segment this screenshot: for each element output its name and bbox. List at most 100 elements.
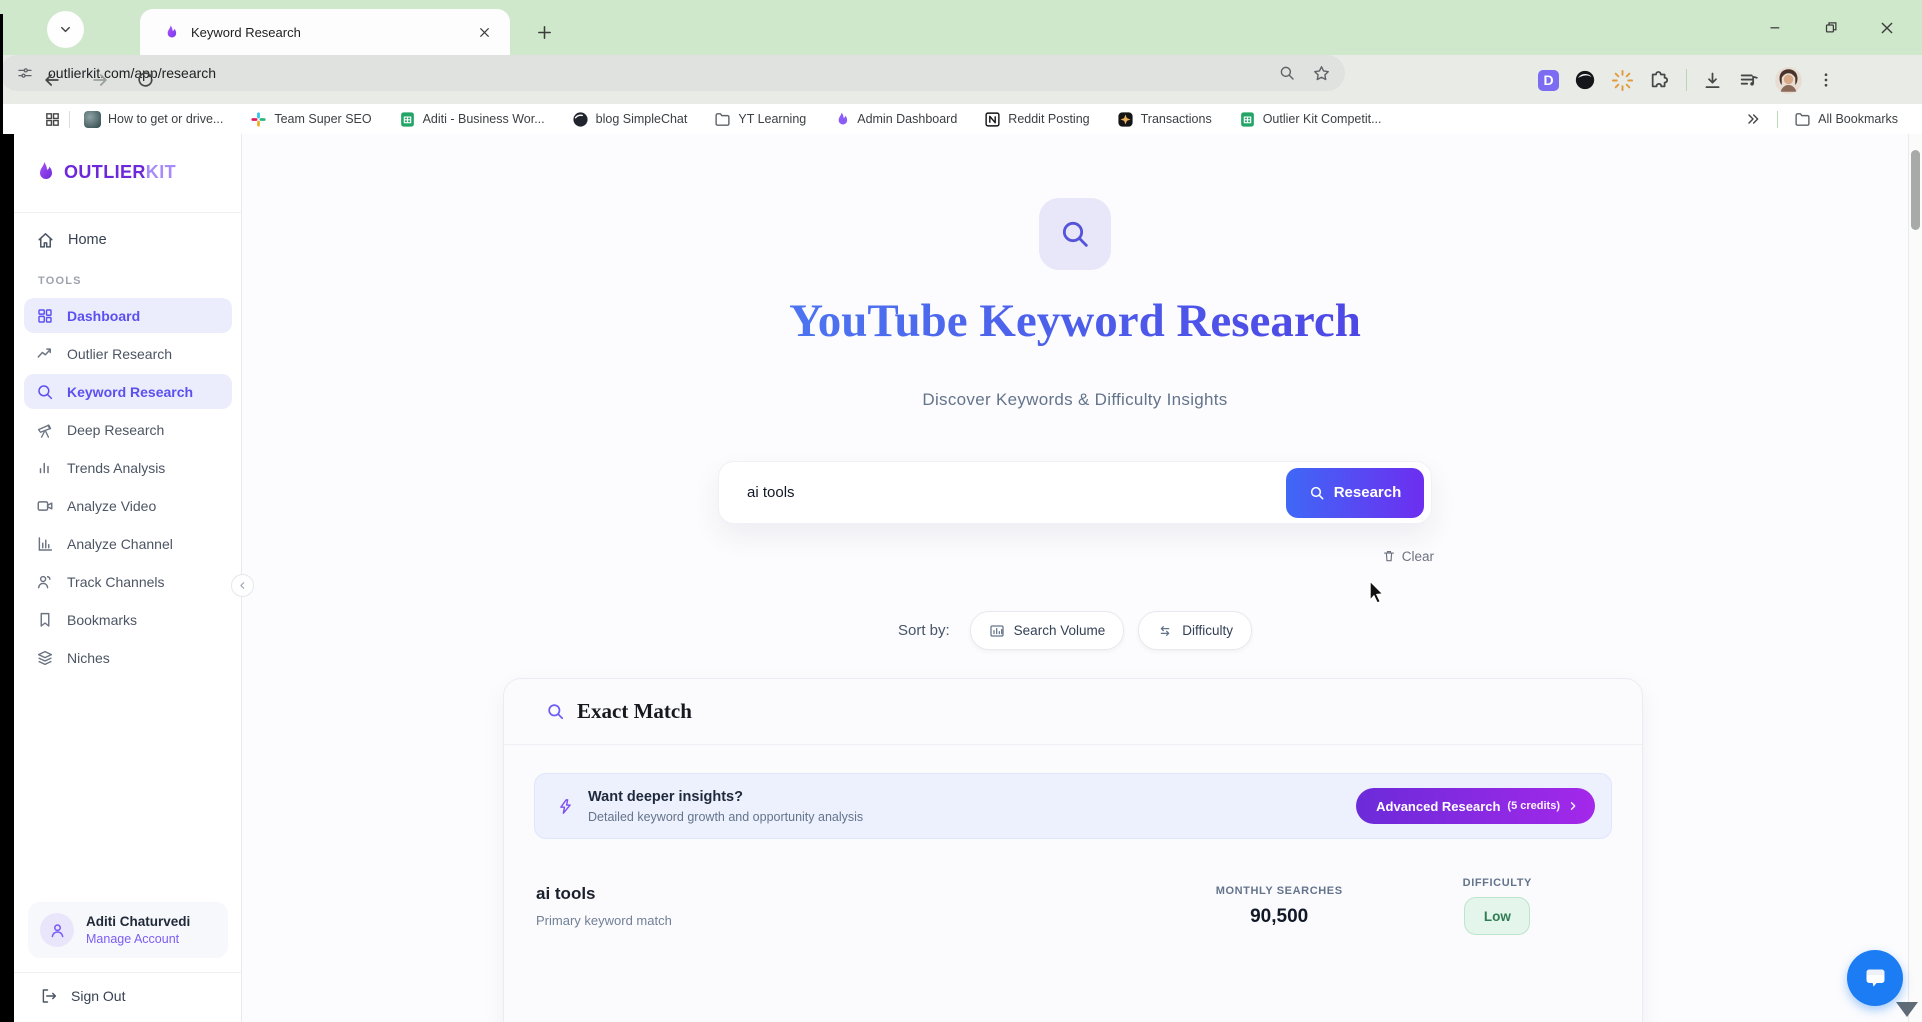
user-card[interactable]: Aditi Chaturvedi Manage Account: [28, 902, 228, 958]
browser-tab[interactable]: Keyword Research: [140, 9, 510, 55]
bookmark-item[interactable]: Aditi - Business Wor...: [399, 111, 545, 128]
section-title: Exact Match: [577, 699, 692, 724]
sidebar-item-dashboard[interactable]: Dashboard: [24, 298, 232, 333]
starburst-extension-icon[interactable]: [1611, 69, 1634, 92]
difficulty-label: DIFFICULTY: [1463, 877, 1532, 889]
profile-avatar[interactable]: [1775, 67, 1802, 94]
page-scrollbar[interactable]: [1908, 134, 1922, 1022]
bookmark-item[interactable]: Admin Dashboard: [833, 111, 957, 128]
forward-button[interactable]: [82, 62, 117, 97]
sidebar-item-home[interactable]: Home: [36, 224, 220, 256]
insights-banner: Want deeper insights? Detailed keyword g…: [534, 773, 1612, 839]
close-window-button[interactable]: [1870, 11, 1904, 45]
exact-match-card: Exact Match Want deeper insights? Detail…: [503, 678, 1643, 1022]
bookmarks-bar: How to get or drive... Team Super SEO Ad…: [0, 104, 1922, 134]
outlierkit-logo[interactable]: OUTLIERKIT: [32, 160, 176, 184]
back-arrow-icon: [42, 70, 62, 90]
chevron-right-icon: [1567, 800, 1579, 812]
sidebar-item-niches[interactable]: Niches: [24, 640, 232, 675]
advanced-research-button[interactable]: Advanced Research (5 credits): [1356, 788, 1595, 824]
page-subtitle: Discover Keywords & Difficulty Insights: [242, 390, 1908, 410]
sidebar-item-track-channels[interactable]: Track Channels: [24, 564, 232, 599]
sidebar-item-analyze-video[interactable]: Analyze Video: [24, 488, 232, 523]
sidebar-item-deep-research[interactable]: Deep Research: [24, 412, 232, 447]
bookmark-item[interactable]: How to get or drive...: [84, 111, 223, 128]
bookmarks-separator: [1777, 111, 1778, 128]
search-icon: [546, 702, 565, 721]
url-text[interactable]: outlierkit.com/app/research: [48, 65, 1278, 81]
dark-sphere-extension-icon[interactable]: [1574, 69, 1596, 91]
trend-icon: [36, 345, 54, 363]
tab-strip: Keyword Research: [0, 0, 1922, 55]
sidebar-collapse-button[interactable]: [231, 574, 254, 597]
address-bar[interactable]: outlierkit.com/app/research: [0, 55, 1345, 91]
sidebar-item-trends-analysis[interactable]: Trends Analysis: [24, 450, 232, 485]
apps-grid-button[interactable]: [44, 111, 61, 128]
all-bookmarks-button[interactable]: All Bookmarks: [1794, 111, 1898, 128]
restore-button[interactable]: [1814, 11, 1848, 45]
chrome-menu-icon[interactable]: [1817, 71, 1835, 89]
bookmark-item[interactable]: Reddit Posting: [984, 111, 1089, 128]
back-button[interactable]: [34, 62, 69, 97]
downloads-icon[interactable]: [1702, 70, 1723, 91]
home-icon: [36, 231, 55, 250]
user-name: Aditi Chaturvedi: [86, 914, 190, 929]
bookmark-item[interactable]: blog SimpleChat: [572, 111, 688, 128]
sort-controls: Sort by: Search Volume Difficulty: [242, 611, 1908, 650]
bookmark-item[interactable]: Team Super SEO: [250, 111, 371, 128]
tools-section-label: TOOLS: [38, 275, 82, 287]
media-queue-icon[interactable]: [1738, 69, 1760, 91]
sort-search-volume-button[interactable]: Search Volume: [970, 611, 1125, 650]
tab-search-button[interactable]: [47, 11, 84, 48]
page-title: YouTube Keyword Research: [242, 294, 1908, 348]
new-tab-button[interactable]: [528, 16, 560, 48]
bookmark-item[interactable]: Transactions: [1117, 111, 1212, 128]
sheets-icon: [1239, 111, 1256, 128]
sidebar-item-keyword-research[interactable]: Keyword Research: [24, 374, 232, 409]
tab-close-button[interactable]: [472, 20, 496, 44]
bookmark-item[interactable]: YT Learning: [714, 111, 806, 128]
bookmark-star-icon[interactable]: [1312, 64, 1331, 83]
sort-by-label: Sort by:: [898, 622, 950, 639]
video-icon: [36, 497, 54, 515]
reload-button[interactable]: [128, 62, 163, 97]
banner-subtitle: Detailed keyword growth and opportunity …: [588, 810, 863, 824]
divider: [14, 972, 241, 973]
bookmark-item[interactable]: Outlier Kit Competit...: [1239, 111, 1382, 128]
banner-title: Want deeper insights?: [588, 789, 863, 805]
monthly-searches-value: 90,500: [1216, 906, 1343, 928]
chevron-left-icon: [237, 580, 248, 591]
close-icon: [478, 26, 491, 39]
screen-edge: [0, 14, 3, 134]
keyword-search-input[interactable]: [719, 484, 1286, 501]
scrollbar-thumb[interactable]: [1911, 150, 1920, 230]
plus-icon: [536, 24, 553, 41]
dashlane-extension-icon[interactable]: D: [1538, 70, 1559, 91]
clear-button[interactable]: Clear: [718, 545, 1434, 567]
sidebar-item-bookmarks[interactable]: Bookmarks: [24, 602, 232, 637]
keyword-search-bar: Research: [718, 461, 1432, 524]
screen-edge: [0, 134, 14, 1022]
flame-favicon-icon: [162, 24, 179, 41]
manage-account-link[interactable]: Manage Account: [86, 932, 190, 946]
chevron-down-icon: [58, 22, 73, 37]
apps-grid-icon: [44, 111, 61, 128]
sign-out-button[interactable]: Sign Out: [40, 980, 125, 1012]
chart-icon: [36, 535, 54, 553]
keyword-result-row[interactable]: ai tools Primary keyword match MONTHLY S…: [504, 839, 1642, 935]
search-icon: [1059, 218, 1091, 250]
minimize-button[interactable]: [1758, 11, 1792, 45]
site-info-icon[interactable]: [16, 64, 34, 82]
result-match-type: Primary keyword match: [536, 913, 672, 928]
bars-icon: [36, 459, 54, 477]
layers-icon: [36, 649, 54, 667]
sort-difficulty-button[interactable]: Difficulty: [1138, 611, 1252, 650]
research-button[interactable]: Research: [1286, 468, 1424, 518]
zoom-icon[interactable]: [1278, 64, 1296, 82]
extensions-puzzle-icon[interactable]: [1649, 69, 1671, 91]
globe-icon: [572, 111, 589, 128]
chat-widget-button[interactable]: [1847, 950, 1903, 1006]
sidebar-item-outlier-research[interactable]: Outlier Research: [24, 336, 232, 371]
bookmarks-overflow-chevrons-icon[interactable]: [1745, 111, 1761, 127]
sidebar-item-analyze-channel[interactable]: Analyze Channel: [24, 526, 232, 561]
